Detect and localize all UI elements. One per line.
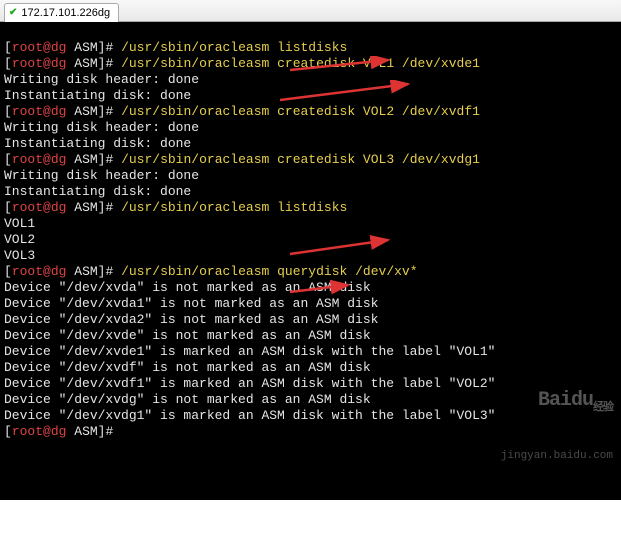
line: [root@dg ASM]# /usr/sbin/oracleasm creat… — [4, 56, 480, 71]
line: Device "/dev/xvdf" is not marked as an A… — [4, 360, 371, 375]
tab-bar: ✔ 172.17.101.226dg — [0, 0, 621, 22]
line: Instantiating disk: done — [4, 184, 191, 199]
line: Instantiating disk: done — [4, 88, 191, 103]
terminal-tab[interactable]: ✔ 172.17.101.226dg — [4, 3, 119, 22]
line: Device "/dev/xvda2" is not marked as an … — [4, 312, 378, 327]
line: Device "/dev/xvdg1" is marked an ASM dis… — [4, 408, 495, 423]
terminal[interactable]: [root@dg ASM]# /usr/sbin/oracleasm listd… — [0, 22, 621, 500]
line: Device "/dev/xvda" is not marked as an A… — [4, 280, 371, 295]
line: [root@dg ASM]# /usr/sbin/oracleasm creat… — [4, 152, 480, 167]
line: Instantiating disk: done — [4, 136, 191, 151]
line: [root@dg ASM]# /usr/sbin/oracleasm listd… — [4, 40, 347, 55]
line: Device "/dev/xvda1" is not marked as an … — [4, 296, 378, 311]
line: Writing disk header: done — [4, 168, 199, 183]
line: Device "/dev/xvde" is not marked as an A… — [4, 328, 371, 343]
line: Device "/dev/xvde1" is marked an ASM dis… — [4, 344, 495, 359]
line: [root@dg ASM]# /usr/sbin/oracleasm query… — [4, 264, 418, 279]
line: VOL3 — [4, 248, 35, 263]
line: [root@dg ASM]# /usr/sbin/oracleasm listd… — [4, 200, 347, 215]
line: [root@dg ASM]# — [4, 424, 121, 439]
line: VOL1 — [4, 216, 35, 231]
line: Writing disk header: done — [4, 72, 199, 87]
line: Device "/dev/xvdf1" is marked an ASM dis… — [4, 376, 495, 391]
line: [root@dg ASM]# /usr/sbin/oracleasm creat… — [4, 104, 480, 119]
tab-label: 172.17.101.226dg — [21, 7, 110, 19]
line: Writing disk header: done — [4, 120, 199, 135]
line: VOL2 — [4, 232, 35, 247]
watermark: Baidu经验 jingyan.baidu.com — [501, 361, 613, 496]
check-icon: ✔ — [9, 7, 17, 18]
line: Device "/dev/xvdg" is not marked as an A… — [4, 392, 371, 407]
